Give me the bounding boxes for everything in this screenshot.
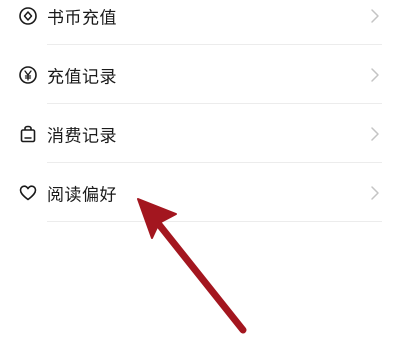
chevron-right-icon — [370, 67, 380, 83]
arrow-shaft — [153, 218, 247, 334]
shopping-bag-icon — [18, 124, 38, 144]
heart-icon — [18, 183, 38, 203]
chevron-right-icon — [370, 8, 380, 24]
menu-item-coin-recharge[interactable]: 书币充值 — [0, 0, 400, 45]
menu-item-label: 阅读偏好 — [47, 185, 117, 206]
menu-item-spending-record[interactable]: 消费记录 — [0, 105, 400, 163]
settings-screen: 书币充值 充值记录 消费记录 阅读偏好 — [0, 0, 400, 354]
yen-circle-icon — [18, 65, 38, 85]
menu-item-label: 充值记录 — [47, 67, 117, 88]
divider — [47, 44, 382, 45]
chevron-right-icon — [370, 126, 380, 142]
menu-item-reading-preference[interactable]: 阅读偏好 — [0, 164, 400, 222]
chevron-right-icon — [370, 185, 380, 201]
divider — [47, 103, 382, 104]
coin-diamond-icon — [18, 6, 38, 26]
divider — [47, 221, 382, 222]
menu-item-label: 消费记录 — [47, 126, 117, 147]
divider — [47, 162, 382, 163]
menu-item-label: 书币充值 — [47, 8, 117, 29]
menu-item-recharge-record[interactable]: 充值记录 — [0, 46, 400, 104]
